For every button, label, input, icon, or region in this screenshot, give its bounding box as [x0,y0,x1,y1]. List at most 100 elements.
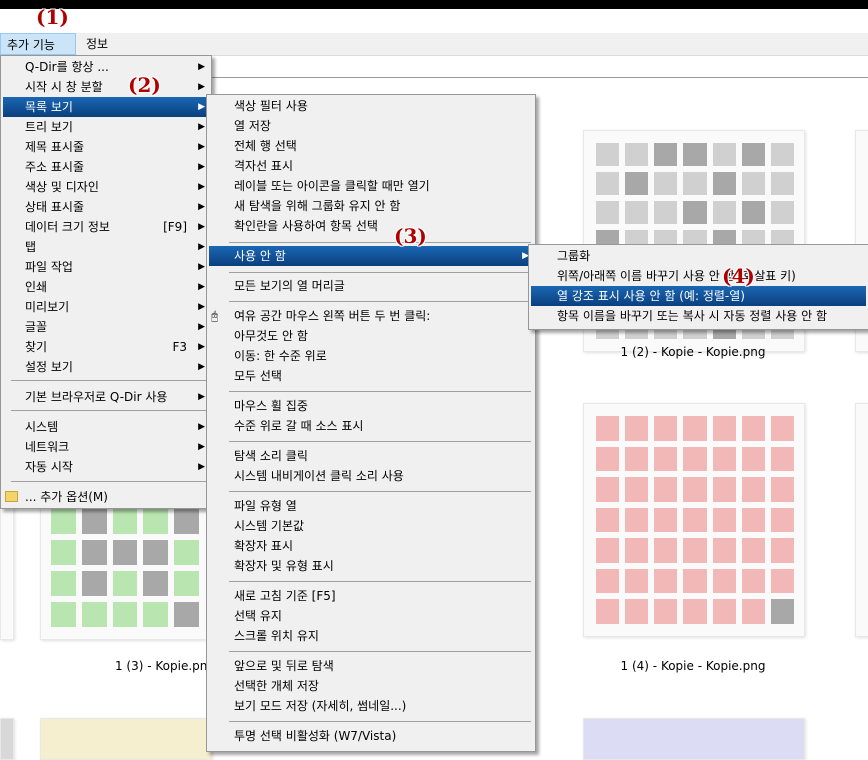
menu-item[interactable]: ... 추가 옵션(M) [3,487,209,507]
disable-submenu: 그룹화위쪽/아래쪽 이름 바꾸기 사용 안 함 (화살표 키) 열 강조 표시 사… [528,244,868,330]
submenu-arrow-icon: ▶ [198,222,205,232]
menu-label: 탭 [25,240,37,254]
list-view-item[interactable]: 선택한 개체 저장 [209,676,533,696]
thumbnail-pixel [654,599,678,624]
list-view-item[interactable]: 새로 고침 기준 [F5] [209,586,533,606]
list-view-item[interactable]: 시스템 기본값 [209,516,533,536]
annotation-2: (2) [128,73,161,97]
list-view-item[interactable]: 모든 보기의 열 머리글 [209,276,533,296]
list-view-label: 스크롤 위치 유지 [234,629,319,643]
list-view-item[interactable]: 여유 공간 마우스 왼쪽 버튼 두 번 클릭: 🖰 [209,306,533,326]
thumbnail-gray-bottom[interactable] [0,718,14,760]
list-view-item[interactable]: 아무것도 안 함 [209,326,533,346]
list-view-item[interactable]: 시스템 내비게이션 클릭 소리 사용 [209,466,533,486]
disable-item[interactable]: 항목 이름을 바꾸기 또는 복사 시 자동 정렬 사용 안 함 [531,306,866,326]
menu-label: 시작 시 창 분할 [25,80,103,94]
menu-item[interactable]: 색상 및 디자인 ▶ [3,177,209,197]
menu-label: 찾기 [25,340,48,354]
list-view-label: 확장자 및 유형 표시 [234,559,334,573]
menu-label: Q-Dir를 항상 ... [25,60,109,74]
thumbnail-edge-right[interactable] [855,403,868,637]
thumbnail-yellow[interactable] [40,718,212,760]
submenu-arrow-icon: ▶ [198,122,205,132]
list-view-item[interactable]: 확장자 표시 [209,536,533,556]
menu-item[interactable]: 자동 시작 ▶ [3,457,209,477]
list-view-item[interactable]: 열 저장 [209,116,533,136]
list-view-item[interactable]: 스크롤 위치 유지 [209,626,533,646]
thumbnail-pixel [654,568,678,594]
list-view-item[interactable]: 투명 선택 비활성화 (W7/Vista) [209,726,533,746]
menu-item[interactable]: 파일 작업 ▶ [3,257,209,277]
thumbnail-red[interactable] [583,403,805,637]
menu-item[interactable]: 설정 보기 ▶ [3,357,209,377]
thumbnail-pixel [712,446,736,472]
menu-item[interactable]: 탭 ▶ [3,237,209,257]
list-view-item[interactable]: 보기 모드 저장 (자세히, 썸네일...) [209,696,533,716]
menu-separator [11,410,207,411]
list-view-item[interactable]: 파일 유형 열 [209,496,533,516]
menu-extras[interactable]: 추가 기능(X) [0,33,76,74]
list-view-item[interactable]: 새 탐색을 위해 그룹화 유지 안 함 [209,196,533,216]
menu-item[interactable]: 목록 보기 ▶ [3,97,209,117]
submenu-arrow-icon: ▶ [198,102,205,112]
list-view-item[interactable]: 전체 행 선택 [209,136,533,156]
thumbnail-pixel [741,477,765,502]
menu-separator [229,491,531,492]
thumbnail-pixel [174,601,199,627]
thumbnail-pixel [174,508,199,534]
thumbnail-pixel [741,200,765,224]
menu-item[interactable]: 글꼴 ▶ [3,317,209,337]
list-view-label: 확인란을 사용하여 항목 선택 [234,219,378,233]
menu-item[interactable]: 주소 표시줄 ▶ [3,157,209,177]
list-view-label: 투명 선택 비활성화 (W7/Vista) [234,729,397,743]
list-view-item[interactable]: 격자선 표시 [209,156,533,176]
list-view-item[interactable]: 모두 선택 [209,366,533,386]
menu-separator [229,391,531,392]
list-view-item[interactable]: 탐색 소리 클릭 [209,446,533,466]
list-view-item[interactable]: 선택 유지 [209,606,533,626]
list-view-item[interactable]: 이동: 한 수준 위로 [209,346,533,366]
menu-item[interactable]: 상태 표시줄 ▶ [3,197,209,217]
menu-item[interactable]: 기본 브라우저로 Q-Dir 사용 ▶ [3,387,209,407]
menu-item[interactable]: 찾기 F3 ▶ [3,337,209,357]
thumbnail-pixel [625,538,649,563]
list-view-item[interactable]: 사용 안 함 ▶ [209,246,533,266]
thumbnail-pixel [712,143,736,166]
thumbnail-pixel [51,601,76,627]
menu-item[interactable]: Q-Dir를 항상 ... ▶ [3,57,209,77]
list-view-item[interactable]: 확인란을 사용하여 항목 선택 [209,216,533,236]
thumbnail-pixel [596,538,620,563]
menu-separator [229,651,531,652]
list-view-item[interactable]: 앞으로 및 뒤로 탐색 [209,656,533,676]
thumbnail-blue[interactable] [583,718,805,760]
thumbnail-pixel [654,507,678,533]
menu-item[interactable]: 시작 시 창 분할 ▶ [3,77,209,97]
menu-label: 색상 및 디자인 [25,180,99,194]
thumbnail-pixel [174,570,199,596]
disable-label: 위쪽/아래쪽 이름 바꾸기 사용 안 함 (화살표 키) [557,269,796,283]
disable-item[interactable]: 그룹화 [531,246,866,266]
list-view-item[interactable]: 레이블 또는 아이콘을 클릭할 때만 열기 [209,176,533,196]
list-view-item[interactable]: 색상 필터 사용 [209,96,533,116]
thumbnail-pixel [174,539,199,565]
menu-item[interactable]: 시스템 ▶ [3,417,209,437]
list-view-label: 확장자 표시 [234,539,294,553]
menu-item[interactable]: 제목 표시줄 ▶ [3,137,209,157]
menu-item[interactable]: 데이터 크기 정보 [F9] ▶ [3,217,209,237]
list-view-item[interactable]: 마우스 휠 집중 [209,396,533,416]
submenu-arrow-icon: ▶ [198,182,205,192]
list-view-item[interactable]: 수준 위로 갈 때 소스 표시 [209,416,533,436]
thumbnail-pixel [770,599,794,624]
menu-item[interactable]: 트리 보기 ▶ [3,117,209,137]
menu-item[interactable]: 네트워크 ▶ [3,437,209,457]
list-view-item[interactable]: 확장자 및 유형 표시 [209,556,533,576]
submenu-arrow-icon: ▶ [198,322,205,332]
menu-separator [229,301,531,302]
list-view-label: 아무것도 안 함 [234,329,308,343]
disable-item[interactable]: 위쪽/아래쪽 이름 바꾸기 사용 안 함 (화살표 키) [531,266,866,286]
menu-item[interactable]: 인쇄 ▶ [3,277,209,297]
menu-label: 글꼴 [25,320,48,334]
menu-item[interactable]: 미리보기 ▶ [3,297,209,317]
menu-info[interactable]: 정보 [80,33,114,55]
disable-item[interactable]: 열 강조 표시 사용 안 함 (예: 정렬-열) [531,286,866,306]
